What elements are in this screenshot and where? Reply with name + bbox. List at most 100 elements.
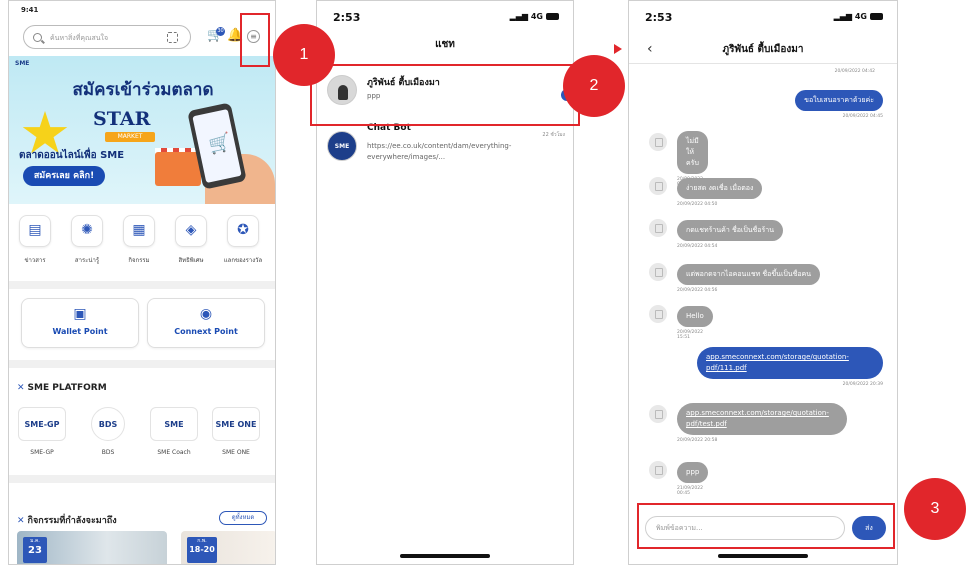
menu-item-activities[interactable]: ▦ กิจกรรม: [115, 215, 163, 265]
banner-logo-star: STAR: [93, 108, 151, 130]
message-bubble: แต่พอกดจากไอคอนแชท ชื่อขึ้นเป็นชื่อคน: [677, 264, 820, 285]
activity-day: 23: [28, 545, 42, 556]
connext-point-label: Connext Point: [174, 327, 238, 336]
menu-item-label: สิทธิพิเศษ: [178, 257, 204, 264]
divider: [629, 63, 897, 64]
search-bar[interactable]: ค้นหาสิ่งที่คุณสนใจ: [23, 25, 191, 49]
avatar-placeholder-icon: [649, 219, 667, 237]
reward-icon: ✪: [237, 222, 249, 238]
message-outgoing: app.smeconnext.com/storage/quotation-pdf…: [697, 347, 883, 387]
message-time: 20/09/2022 15:51: [677, 330, 703, 340]
search-placeholder: ค้นหาสิ่งที่คุณสนใจ: [50, 34, 109, 42]
avatar-placeholder-icon: [649, 263, 667, 281]
wallet-point-button[interactable]: ▣ Wallet Point: [21, 298, 139, 348]
connext-point-button[interactable]: ◉ Connext Point: [147, 298, 265, 348]
message-time: 20/09/2022 04:56: [677, 288, 718, 293]
message-link[interactable]: app.smeconnext.com/storage/quotation-pdf…: [677, 403, 847, 435]
platform-item-sme-one[interactable]: SME ONE SME ONE: [209, 407, 263, 456]
message-bubble: ppp: [677, 462, 709, 483]
conversation-time: 22 ชั่วโมง: [542, 132, 565, 138]
news-icon: ▤: [28, 222, 42, 238]
sme-gp-logo: SME-GP: [18, 407, 66, 441]
market-stall-illustration: [155, 152, 201, 186]
avatar-placeholder-icon: [649, 461, 667, 479]
platform-item-label: SME-GP: [30, 449, 54, 456]
x-logo-icon: ✕: [17, 383, 25, 393]
menu-item-privileges[interactable]: ◈ สิทธิพิเศษ: [167, 215, 215, 265]
chat-title: ภูริพันธ์ ตื้บเมืองมา: [722, 44, 804, 55]
menu-item-knowledge[interactable]: ✺ สาระน่ารู้: [63, 215, 111, 265]
home-indicator: [400, 554, 490, 558]
bds-logo: BDS: [91, 407, 125, 441]
platform-item-sme-coach[interactable]: SME SME Coach: [147, 407, 201, 456]
message-outgoing: ขอใบเสนอราคาด้วยค่ะ 20/09/2022 04:45: [795, 87, 883, 119]
message-bubble: ไม่มีให้ครับ: [677, 131, 708, 174]
platform-item-bds[interactable]: BDS BDS: [81, 407, 135, 456]
status-bar: 9:41: [9, 1, 275, 21]
see-all-button[interactable]: ดูทั้งหมด: [219, 511, 267, 525]
avatar-placeholder-icon: [649, 405, 667, 423]
avatar-placeholder-icon: [649, 305, 667, 323]
privilege-icon: ◈: [185, 222, 197, 238]
chat-detail-screen: 2:53 ▂▄▆ 4G ‹ ภูริพันธ์ ตื้บเมืองมา 20/0…: [628, 0, 898, 565]
message-time: 20/09/2022 04:45: [842, 114, 883, 119]
activity-card[interactable]: ก.พ. 18-20: [181, 531, 275, 564]
message-bubble: Hello: [677, 306, 713, 327]
section-heading: ✕ SME PLATFORM: [17, 383, 107, 393]
activity-card[interactable]: ม.ค. 23: [17, 531, 167, 564]
signal-icon: ▂▄▆: [833, 12, 853, 21]
message-time: 20/09/2022 04:54: [677, 244, 718, 249]
promo-banner[interactable]: SME สมัครเข้าร่วมตลาด ★ STAR MARKET ตลาด…: [9, 56, 275, 204]
platform-item-label: BDS: [101, 449, 115, 456]
points-section: ▣ Wallet Point ◉ Connext Point: [9, 288, 275, 358]
cart-badge: 30: [216, 27, 225, 36]
status-time: 9:41: [21, 6, 39, 14]
search-icon: [33, 33, 42, 42]
message-link[interactable]: app.smeconnext.com/storage/quotation-pdf…: [697, 347, 883, 379]
sme-platform-section: ✕ SME PLATFORM SME-GP SME-GP BDS BDS SME …: [9, 367, 275, 471]
battery-icon: [870, 13, 883, 20]
sme-coach-logo: SME: [150, 407, 198, 441]
menu-item-news[interactable]: ▤ ข่าวสาร: [11, 215, 59, 265]
menu-item-label: แลกของรางวัล: [223, 257, 263, 264]
message-time: 20/09/2022 20:58: [677, 438, 718, 443]
conversation-item[interactable]: SME Chat Bot https://ee.co.uk/content/da…: [317, 123, 573, 179]
message-bubble: ง่ายสด งดเชื่อ เมื่อตอง: [677, 178, 763, 199]
message-bubble: ขอใบเสนอราคาด้วยค่ะ: [795, 90, 883, 111]
shopping-cart-icon: 🛒: [206, 131, 233, 157]
message-bubble: กดแชทร้านค้า ชื่อเป็นชื่อร้าน: [677, 220, 783, 241]
home-indicator: [718, 554, 808, 558]
status-bar: 2:53 ▂▄▆ 4G: [317, 1, 573, 35]
platform-item-label: SME Coach: [157, 449, 191, 456]
banner-brand: SME: [15, 60, 30, 67]
highlight-composer: [637, 503, 895, 549]
upcoming-activities-section: ✕ กิจกรรมที่กำลังจะมาถึง ดูทั้งหมด ม.ค. 23…: [9, 481, 275, 564]
lightbulb-icon: ✺: [81, 222, 93, 238]
banner-cta-button[interactable]: สมัครเลย คลิก!: [23, 166, 105, 186]
signal-icon: ▂▄▆: [509, 12, 529, 21]
sme-one-logo: SME ONE: [212, 407, 260, 441]
menu-item-label: กิจกรรม: [128, 257, 150, 264]
avatar: SME: [327, 131, 357, 161]
banner-subtitle: ตลาดออนไลน์เพื่อ SME: [19, 150, 125, 161]
status-network: ▂▄▆ 4G: [834, 12, 883, 21]
platform-item-sme-gp[interactable]: SME-GP SME-GP: [15, 407, 69, 456]
banner-logo-market: MARKET: [105, 132, 155, 142]
arrow-icon: [614, 44, 622, 54]
status-time: 2:53: [333, 11, 361, 24]
message-time: 20/09/2022 04:42: [834, 69, 875, 74]
quick-menu: ▤ ข่าวสาร ✺ สาระน่ารู้ ▦ กิจกรรม ◈ สิทธิ…: [9, 205, 275, 283]
points-icon: ◉: [199, 306, 213, 322]
x-logo-icon: ✕: [17, 516, 25, 526]
activity-month: ม.ค.: [30, 538, 40, 544]
highlight-conversation: [310, 64, 580, 126]
message-time: 20/09/2022 20:39: [842, 382, 883, 387]
menu-item-label: ข่าวสาร: [24, 257, 46, 264]
message-time: 20/09/2022 04:50: [677, 202, 718, 207]
menu-item-rewards[interactable]: ✪ แลกของรางวัล: [219, 215, 267, 265]
scan-icon[interactable]: [167, 32, 178, 43]
section-heading: ✕ กิจกรรมที่กำลังจะมาถึง: [17, 516, 117, 526]
highlight-chat-icon: [240, 13, 270, 67]
activity-day: 18-20: [189, 545, 215, 554]
page-title: แชท: [435, 39, 455, 50]
